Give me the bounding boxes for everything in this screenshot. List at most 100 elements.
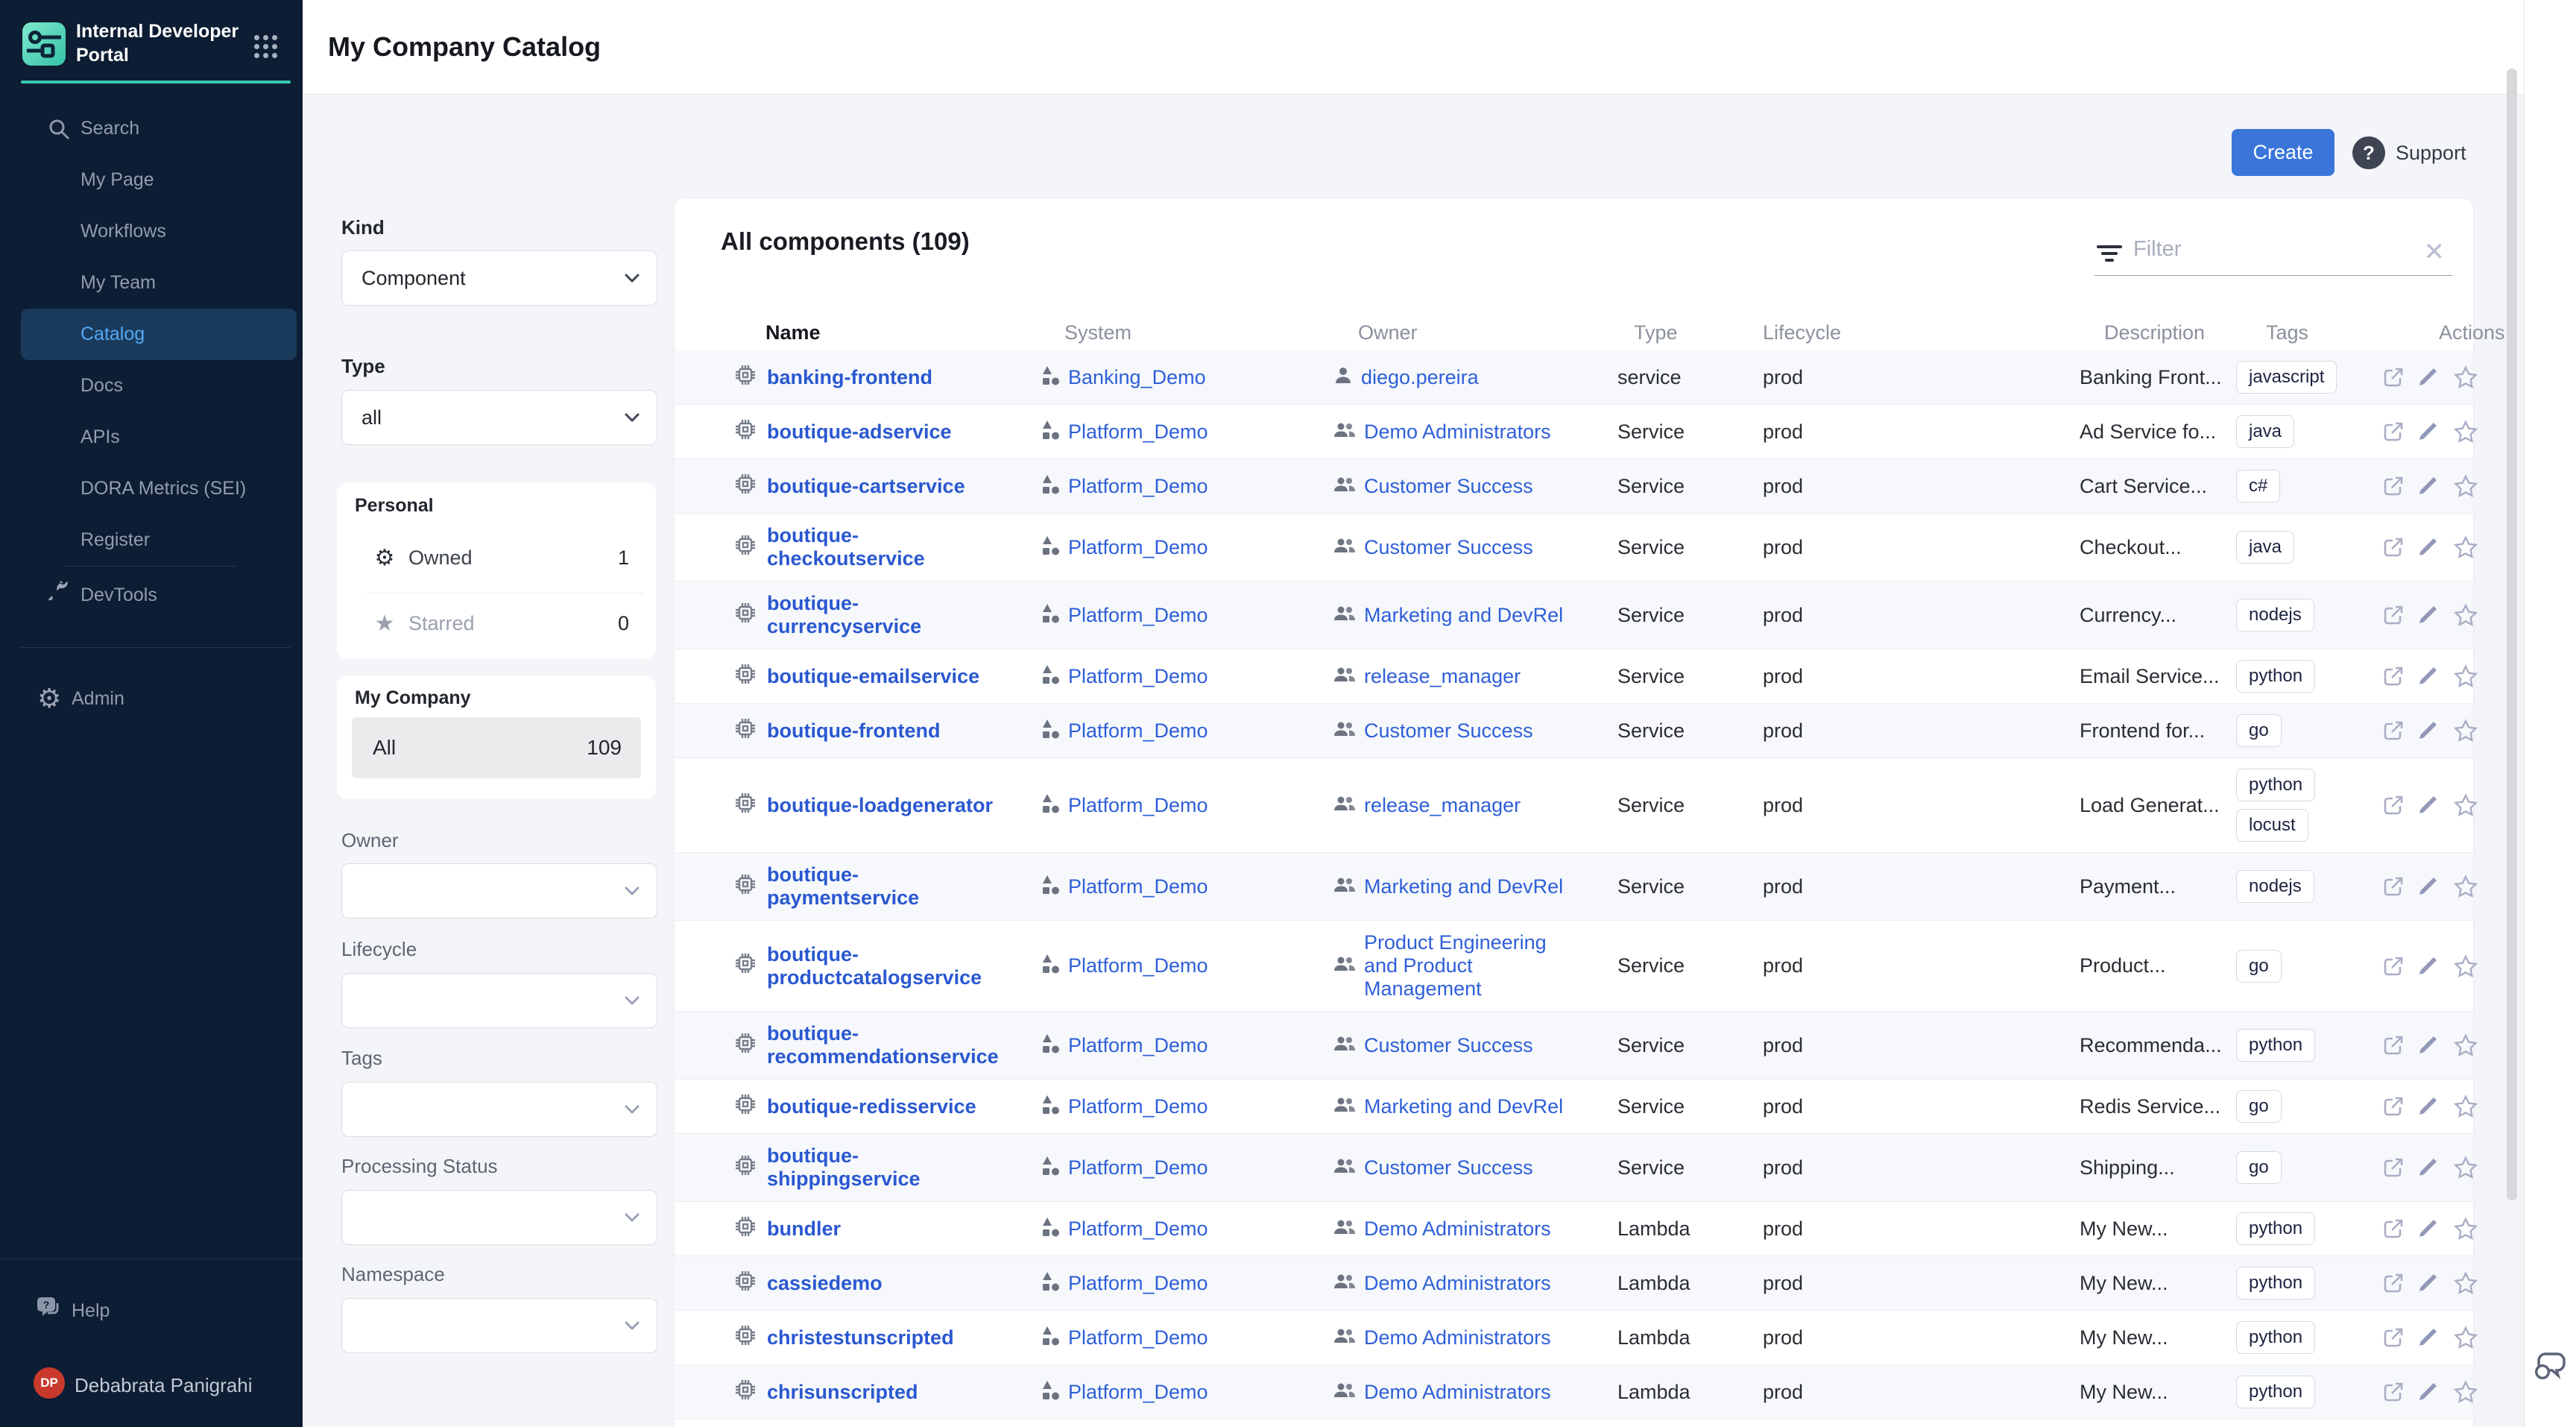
system-link[interactable]: Platform_Demo [1068,1326,1208,1349]
owner-link[interactable]: Product Engineering and Product Manageme… [1364,931,1584,1001]
system-link[interactable]: Platform_Demo [1068,536,1208,559]
column-header-name[interactable]: Name [675,321,1040,344]
column-header-tags[interactable]: Tags [2236,321,2381,344]
star-icon[interactable] [2453,1156,2477,1179]
owner-link[interactable]: Marketing and DevRel [1364,875,1563,898]
open-in-new-icon[interactable] [2381,420,2405,444]
component-link[interactable]: chrisunscripted [767,1381,918,1404]
sidebar-item-my-team[interactable]: My Team [0,257,303,309]
star-icon[interactable] [2453,603,2477,627]
owner-link[interactable]: Customer Success [1364,536,1533,559]
column-header-type[interactable]: Type [1617,321,1763,344]
component-link[interactable]: boutique-shippingservice [767,1144,1000,1191]
open-in-new-icon[interactable] [2381,875,2405,898]
star-icon[interactable] [2453,1094,2477,1118]
system-link[interactable]: Platform_Demo [1068,1272,1208,1295]
system-link[interactable]: Platform_Demo [1068,475,1208,498]
star-icon[interactable] [2453,420,2477,444]
edit-pencil-icon[interactable] [2417,474,2441,498]
component-link[interactable]: banking-frontend [767,366,932,389]
component-link[interactable]: christestunscripted [767,1326,954,1349]
sidebar-item-catalog[interactable]: Catalog [21,309,297,360]
system-link[interactable]: Platform_Demo [1068,665,1208,688]
owner-link[interactable]: release_manager [1364,794,1521,817]
star-icon[interactable] [2453,664,2477,688]
component-link[interactable]: cassiedemo [767,1272,883,1295]
system-link[interactable]: Platform_Demo [1068,1217,1208,1241]
edit-pencil-icon[interactable] [2417,603,2441,627]
open-in-new-icon[interactable] [2381,365,2405,389]
open-in-new-icon[interactable] [2381,954,2405,978]
sidebar-item-register[interactable]: Register [0,514,303,566]
owner-link[interactable]: Demo Administrators [1364,420,1551,444]
owner-link[interactable]: diego.pereira [1361,366,1479,389]
star-icon[interactable] [2453,1380,2477,1404]
star-icon[interactable] [2453,1033,2477,1057]
star-icon[interactable] [2453,474,2477,498]
clear-filter-icon[interactable]: ✕ [2424,239,2446,265]
column-header-description[interactable]: Description [2080,321,2236,344]
open-in-new-icon[interactable] [2381,1156,2405,1179]
star-icon[interactable] [2453,535,2477,559]
edit-pencil-icon[interactable] [2417,1380,2441,1404]
apps-grid-icon[interactable] [254,35,280,60]
system-link[interactable]: Platform_Demo [1068,794,1208,817]
filter-input[interactable] [2132,236,2411,262]
component-link[interactable]: boutique-adservice [767,420,952,444]
column-header-lifecycle[interactable]: Lifecycle [1763,321,2080,344]
column-header-system[interactable]: System [1040,321,1333,344]
owner-select[interactable] [341,863,657,919]
namespace-select[interactable] [341,1298,657,1353]
star-icon[interactable] [2453,793,2477,817]
system-link[interactable]: Platform_Demo [1068,875,1208,898]
sidebar-item-apis[interactable]: APIs [0,412,303,463]
open-in-new-icon[interactable] [2381,1271,2405,1295]
component-link[interactable]: boutique-paymentservice [767,863,1000,910]
type-select[interactable]: all [341,390,657,445]
filter-starred-row[interactable]: ★ Starred 0 [337,593,656,653]
edit-pencil-icon[interactable] [2417,1033,2441,1057]
sidebar-item-help[interactable]: ? Help [0,1288,303,1333]
component-link[interactable]: boutique-cartservice [767,475,965,498]
owner-link[interactable]: Customer Success [1364,475,1533,498]
edit-pencil-icon[interactable] [2417,1271,2441,1295]
star-icon[interactable] [2453,1271,2477,1295]
sidebar-item-devtools[interactable]: DevTools [0,573,303,617]
edit-pencil-icon[interactable] [2417,875,2441,898]
component-link[interactable]: boutique-productcatalogservice [767,943,1000,989]
filter-owned-row[interactable]: ⚙ Owned 1 [337,528,656,588]
edit-pencil-icon[interactable] [2417,664,2441,688]
open-in-new-icon[interactable] [2381,1326,2405,1349]
edit-pencil-icon[interactable] [2417,535,2441,559]
system-link[interactable]: Platform_Demo [1068,1156,1208,1179]
component-link[interactable]: boutique-frontend [767,719,940,743]
owner-link[interactable]: Marketing and DevRel [1364,604,1563,627]
open-in-new-icon[interactable] [2381,1217,2405,1241]
open-in-new-icon[interactable] [2381,1033,2405,1057]
edit-pencil-icon[interactable] [2417,793,2441,817]
owner-link[interactable]: Customer Success [1364,719,1533,743]
processing-status-select[interactable] [341,1190,657,1245]
component-link[interactable]: boutique-loadgenerator [767,794,993,817]
edit-pencil-icon[interactable] [2417,1094,2441,1118]
vertical-scrollbar[interactable] [2507,69,2517,1200]
sidebar-item-admin[interactable]: ⚙ Admin [0,676,303,721]
create-button[interactable]: Create [2232,129,2334,176]
owner-link[interactable]: Demo Administrators [1364,1326,1551,1349]
sidebar-item-my-page[interactable]: My Page [0,154,303,206]
sidebar-item-workflows[interactable]: Workflows [0,206,303,257]
open-in-new-icon[interactable] [2381,1380,2405,1404]
chat-bubbles-icon[interactable] [2534,1351,2568,1386]
component-link[interactable]: boutique-redisservice [767,1095,976,1118]
owner-link[interactable]: Demo Administrators [1364,1381,1551,1404]
edit-pencil-icon[interactable] [2417,1217,2441,1241]
edit-pencil-icon[interactable] [2417,954,2441,978]
system-link[interactable]: Platform_Demo [1068,1095,1208,1118]
edit-pencil-icon[interactable] [2417,719,2441,743]
lifecycle-select[interactable] [341,973,657,1028]
component-link[interactable]: boutique-currencyservice [767,592,1000,638]
system-link[interactable]: Platform_Demo [1068,1381,1208,1404]
column-header-owner[interactable]: Owner [1333,321,1617,344]
owner-link[interactable]: release_manager [1364,665,1521,688]
system-link[interactable]: Platform_Demo [1068,420,1208,444]
